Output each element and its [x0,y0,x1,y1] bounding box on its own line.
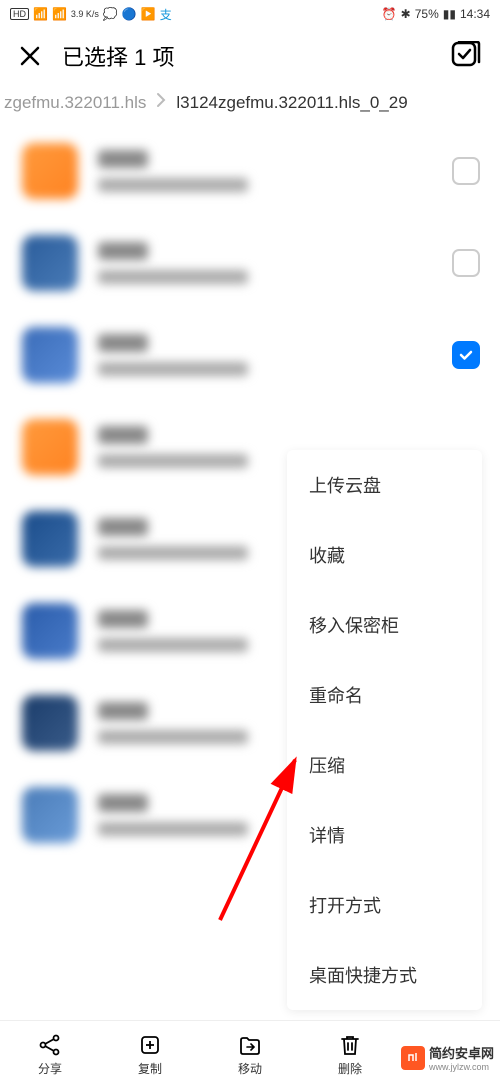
breadcrumb[interactable]: zgefmu.322011.hls l3124zgefmu.322011.hls… [0,84,500,125]
watermark-text: 简约安卓网 [429,1043,494,1062]
file-info [98,150,432,192]
page-title: 已选择 1 项 [62,40,432,72]
bluetooth-icon: ✱ [401,7,411,21]
share-label: 分享 [38,1060,62,1077]
network-4g-icon: 📶 [33,7,48,21]
file-thumbnail [22,787,78,843]
copy-button[interactable]: 复制 [115,1032,185,1077]
file-checkbox[interactable] [452,249,480,277]
file-thumbnail [22,695,78,751]
file-thumbnail [22,143,78,199]
menu-move-safe[interactable]: 移入保密柜 [287,590,482,660]
file-item[interactable] [0,125,500,217]
file-checkbox[interactable] [452,157,480,185]
delete-label: 删除 [338,1060,362,1077]
menu-open-with[interactable]: 打开方式 [287,870,482,940]
file-thumbnail [22,419,78,475]
watermark: 简约安卓网 www.jylzw.com [401,1043,494,1072]
file-thumbnail [22,603,78,659]
file-thumbnail [22,235,78,291]
copy-label: 复制 [138,1060,162,1077]
battery-icon: ▮▮ [443,7,456,21]
menu-compress[interactable]: 压缩 [287,730,482,800]
file-item[interactable] [0,309,500,401]
share-icon [37,1032,63,1058]
wifi-icon: 📶 [52,7,67,21]
watermark-badge-icon [401,1046,425,1070]
move-icon [237,1032,263,1058]
file-thumbnail [22,511,78,567]
share-button[interactable]: 分享 [15,1032,85,1077]
file-checkbox[interactable] [452,341,480,369]
file-info [98,334,432,376]
net-speed: 3.9 K/s [71,10,99,19]
move-label: 移动 [238,1060,262,1077]
copy-icon [137,1032,163,1058]
move-button[interactable]: 移动 [215,1032,285,1077]
check-icon [457,346,475,364]
watermark-url: www.jylzw.com [429,1062,494,1072]
trash-icon [337,1032,363,1058]
battery-percent: 75% [415,7,439,21]
file-item[interactable] [0,217,500,309]
context-menu: 上传云盘 收藏 移入保密柜 重命名 压缩 详情 打开方式 桌面快捷方式 [287,450,482,1010]
hd-badge: HD [10,8,29,20]
app-icon-3: ▶️ [141,7,156,21]
breadcrumb-current: l3124zgefmu.322011.hls_0_29 [176,93,407,113]
menu-upload-cloud[interactable]: 上传云盘 [287,450,482,520]
breadcrumb-parent[interactable]: zgefmu.322011.hls [4,93,146,113]
file-info [98,242,432,284]
delete-button[interactable]: 删除 [315,1032,385,1077]
chevron-right-icon [156,92,166,113]
status-bar: HD 📶 📶 3.9 K/s 💭 🔵 ▶️ 支 ⏰ ✱ 75% ▮▮ 14:34 [0,0,500,28]
app-icon-1: 💭 [103,7,118,21]
status-time: 14:34 [460,7,490,21]
menu-favorite[interactable]: 收藏 [287,520,482,590]
menu-desktop-shortcut[interactable]: 桌面快捷方式 [287,940,482,1010]
status-left: HD 📶 📶 3.9 K/s 💭 🔵 ▶️ 支 [10,6,172,23]
menu-rename[interactable]: 重命名 [287,660,482,730]
select-all-button[interactable] [450,40,482,72]
alarm-icon: ⏰ [382,7,397,21]
close-icon[interactable] [16,42,44,70]
header: 已选择 1 项 [0,28,500,84]
app-icon-4: 支 [160,6,172,23]
status-right: ⏰ ✱ 75% ▮▮ 14:34 [382,7,490,21]
menu-details[interactable]: 详情 [287,800,482,870]
app-icon-2: 🔵 [122,7,137,21]
file-thumbnail [22,327,78,383]
